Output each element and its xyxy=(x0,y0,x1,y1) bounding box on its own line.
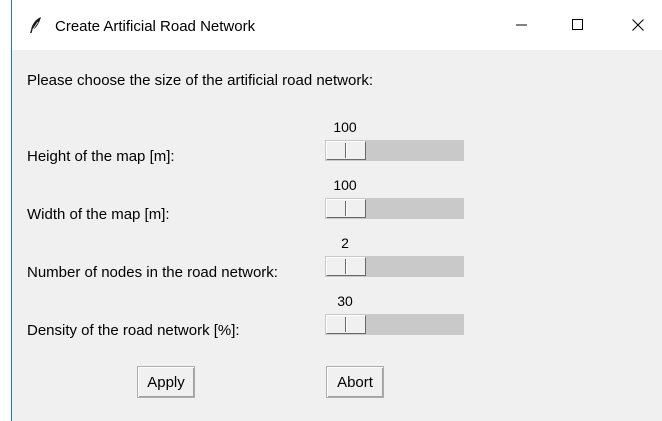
window-title: Create Artificial Road Network xyxy=(55,18,256,35)
minimize-icon xyxy=(516,24,527,26)
height-label: Height of the map [m]: xyxy=(27,148,175,165)
abort-button[interactable]: Abort xyxy=(326,366,384,398)
height-value: 100 xyxy=(333,119,357,135)
maximize-icon xyxy=(572,19,583,30)
density-scale[interactable] xyxy=(325,314,464,335)
instruction-text: Please choose the size of the artificial… xyxy=(27,72,374,89)
feather-icon xyxy=(27,16,45,34)
height-scale[interactable] xyxy=(325,140,464,161)
height-slider-handle[interactable] xyxy=(326,141,366,160)
nodes-label: Number of nodes in the road network: xyxy=(27,264,278,281)
maximize-button[interactable] xyxy=(555,0,601,50)
density-label: Density of the road network [%]: xyxy=(27,322,240,339)
apply-button[interactable]: Apply xyxy=(137,366,195,398)
nodes-value: 2 xyxy=(341,235,349,251)
nodes-slider-handle[interactable] xyxy=(326,257,366,276)
density-value: 30 xyxy=(337,293,353,309)
close-icon xyxy=(632,19,644,31)
dialog-window: Create Artificial Road Network Please ch… xyxy=(11,0,662,421)
nodes-scale[interactable] xyxy=(325,256,464,277)
width-scale[interactable] xyxy=(325,198,464,219)
width-label: Width of the map [m]: xyxy=(27,206,170,223)
minimize-button[interactable] xyxy=(499,0,545,50)
close-button[interactable] xyxy=(615,0,661,50)
width-slider-handle[interactable] xyxy=(326,199,366,218)
density-slider-handle[interactable] xyxy=(326,315,366,334)
title-bar[interactable]: Create Artificial Road Network xyxy=(12,0,662,50)
width-value: 100 xyxy=(333,177,357,193)
